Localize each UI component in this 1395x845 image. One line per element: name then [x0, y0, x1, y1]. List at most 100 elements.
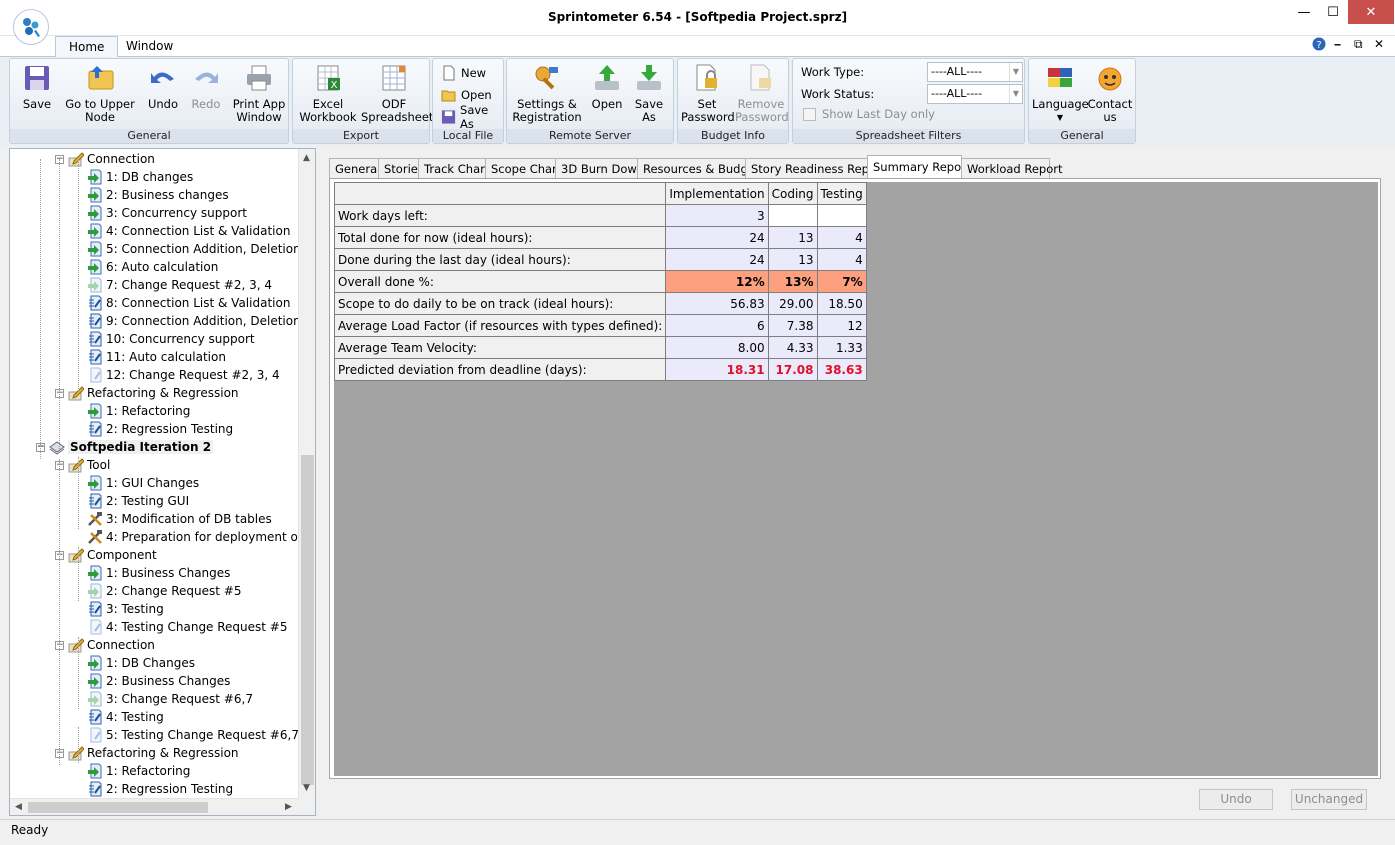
tree-story-item[interactable]: 2: Business changes [87, 186, 229, 204]
tree-story-item[interactable]: 6: Auto calculation [87, 258, 218, 276]
scroll-down-icon[interactable]: ▼ [303, 783, 310, 793]
table-cell[interactable] [767, 204, 818, 227]
scroll-thumb[interactable] [301, 455, 314, 785]
tab-summary-report[interactable]: Summary Report [867, 155, 970, 178]
tree-story-item[interactable]: 3: Testing [87, 600, 164, 618]
help-icon[interactable]: ? [1312, 37, 1326, 55]
scroll-thumb[interactable] [28, 802, 208, 813]
table-cell[interactable]: 13 [767, 248, 818, 271]
tree-story-item[interactable]: 1: GUI Changes [87, 474, 199, 492]
table-cell[interactable]: 7.38 [767, 314, 818, 337]
tree-story-item[interactable]: 4: Testing Change Request #5 [87, 618, 288, 636]
table-cell[interactable]: 12 [816, 314, 867, 337]
tree-group-item[interactable]: − Refactoring & Regression [55, 744, 239, 762]
tree-horizontal-scrollbar[interactable]: ◀ ▶ [10, 798, 299, 815]
go-to-upper-node-button[interactable]: Go to Upper Node [65, 63, 135, 124]
maximize-button[interactable]: ☐ [1318, 0, 1348, 24]
undo-button[interactable]: Undo [143, 63, 183, 111]
tree-story-item[interactable]: 11: Auto calculation [87, 348, 226, 366]
tab-home[interactable]: Home [55, 36, 119, 58]
scroll-right-icon[interactable]: ▶ [285, 802, 292, 812]
excel-workbook-button[interactable]: X Excel Workbook [297, 63, 359, 124]
table-cell[interactable]: 38.63 [816, 358, 867, 381]
table-cell[interactable]: 56.83 [665, 292, 769, 315]
table-cell[interactable]: 4.33 [767, 336, 818, 359]
remote-open-button[interactable]: Open [589, 63, 625, 111]
tree-story-item[interactable]: 12: Change Request #2, 3, 4 [87, 366, 280, 384]
mdi-minimize-button[interactable]: 🗕 [1334, 37, 1341, 55]
table-cell[interactable]: 7% [816, 270, 867, 293]
redo-button[interactable]: Redo [186, 63, 226, 111]
tree-story-item[interactable]: 2: Change Request #5 [87, 582, 242, 600]
tree-story-item[interactable]: 5: Connection Addition, Deletion, M [87, 240, 315, 258]
work-type-select[interactable]: ----ALL---- ▼ [927, 62, 1023, 82]
tree-story-item[interactable]: 5: Testing Change Request #6,7 [87, 726, 299, 744]
print-app-window-button[interactable]: Print App Window [232, 63, 286, 124]
save-button[interactable]: Save [15, 63, 59, 111]
table-cell[interactable]: 24 [665, 248, 769, 271]
table-cell[interactable]: 13 [767, 226, 818, 249]
table-cell[interactable]: 1.33 [816, 336, 867, 359]
unchanged-button[interactable]: Unchanged [1291, 789, 1367, 810]
tree-vertical-scrollbar[interactable]: ▲ ▼ [298, 149, 315, 815]
tree-group-item[interactable]: − Refactoring & Regression [55, 384, 239, 402]
tree-story-item[interactable]: 2: Regression Testing [87, 420, 233, 438]
tree-story-item[interactable]: 2: Testing GUI [87, 492, 189, 510]
odf-spreadsheet-button[interactable]: ODF Spreadsheet [361, 63, 433, 124]
minimize-button[interactable]: — [1289, 0, 1319, 24]
column-header[interactable]: Testing [816, 182, 867, 205]
tree-story-item[interactable]: 3: Change Request #6,7 [87, 690, 253, 708]
remove-password-button[interactable]: Remove Password [735, 63, 789, 124]
tree-story-item[interactable]: 4: Testing [87, 708, 164, 726]
tree-story-item[interactable]: 8: Connection List & Validation [87, 294, 290, 312]
tree-story-item[interactable]: 2: Business Changes [87, 672, 230, 690]
contact-us-button[interactable]: Contact us [1087, 63, 1133, 124]
tree-group-item[interactable]: − Connection [55, 636, 155, 654]
tab-3d-burn-down[interactable]: 3D Burn Down [555, 158, 644, 178]
new-file-button[interactable]: New [441, 63, 486, 83]
tree-story-item[interactable]: 7: Change Request #2, 3, 4 [87, 276, 272, 294]
tab-general[interactable]: General [329, 158, 380, 178]
column-header[interactable]: Coding [767, 182, 818, 205]
tree-story-item[interactable]: 1: DB changes [87, 168, 193, 186]
tree-story-item[interactable]: 4: Preparation for deployment on cu [87, 528, 315, 546]
table-cell[interactable]: 8.00 [665, 336, 769, 359]
tree-story-item[interactable]: 4: Connection List & Validation [87, 222, 290, 240]
scroll-left-icon[interactable]: ◀ [15, 802, 22, 812]
tree-group-item[interactable]: − Tool [55, 456, 110, 474]
tab-story-readiness-report[interactable]: Story Readiness Report [745, 158, 885, 178]
tab-track-chart[interactable]: Track Chart [418, 158, 489, 178]
table-cell[interactable]: 12% [665, 270, 769, 293]
column-header[interactable]: Implementation [665, 182, 769, 205]
mdi-close-button[interactable]: ✕ [1374, 37, 1384, 55]
tab-window[interactable]: Window [113, 36, 186, 58]
tab-workload-report[interactable]: Workload Report [961, 158, 1062, 178]
table-cell[interactable]: 4 [816, 226, 867, 249]
open-file-button[interactable]: Open [441, 85, 492, 105]
tree-iteration-item[interactable]: − Softpedia Iteration 2 [36, 438, 214, 456]
save-as-file-button[interactable]: Save As [441, 103, 503, 131]
close-button[interactable]: ✕ [1348, 0, 1394, 24]
set-password-button[interactable]: Set Password [681, 63, 735, 124]
app-logo-icon[interactable] [13, 9, 49, 45]
table-cell[interactable]: 18.31 [665, 358, 769, 381]
mdi-restore-button[interactable]: ⧉ [1354, 37, 1363, 55]
tree-story-item[interactable]: 1: Business Changes [87, 564, 230, 582]
table-cell[interactable]: 29.00 [767, 292, 818, 315]
table-cell[interactable]: 3 [665, 204, 769, 227]
tab-scope-chart[interactable]: Scope Chart [485, 158, 561, 178]
tree-story-item[interactable]: 1: Refactoring [87, 402, 190, 420]
tree-story-item[interactable]: 3: Modification of DB tables [87, 510, 272, 528]
bottom-undo-button[interactable]: Undo [1199, 789, 1273, 810]
table-cell[interactable]: 18.50 [816, 292, 867, 315]
tree-story-item[interactable]: 2: Regression Testing [87, 780, 233, 798]
show-last-day-checkbox[interactable]: Show Last Day only [803, 107, 935, 121]
table-cell[interactable]: 6 [665, 314, 769, 337]
tree-story-item[interactable]: 9: Connection Addition, Deletion, M [87, 312, 315, 330]
work-status-select[interactable]: ----ALL---- ▼ [927, 84, 1023, 104]
tree-story-item[interactable]: 10: Concurrency support [87, 330, 255, 348]
project-tree[interactable]: − Connection 1: DB changes 2: Business chan… [9, 148, 316, 816]
scroll-up-icon[interactable]: ▲ [303, 153, 310, 163]
tree-story-item[interactable]: 1: DB Changes [87, 654, 195, 672]
language-button[interactable]: Language ▼ [1032, 63, 1089, 124]
